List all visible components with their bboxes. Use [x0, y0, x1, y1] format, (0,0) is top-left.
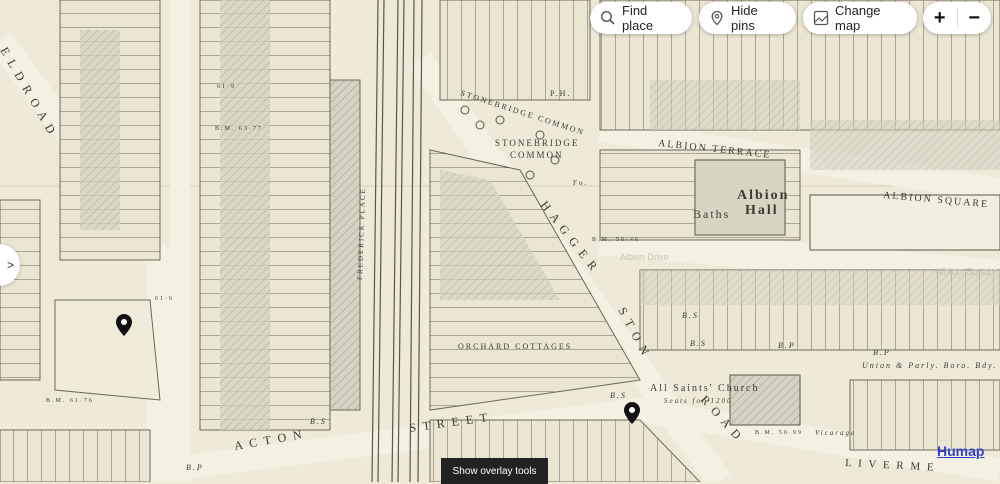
- map-label-bp-1: B.P: [778, 341, 796, 350]
- find-place-button[interactable]: Find place: [590, 2, 692, 34]
- show-overlay-tools-button[interactable]: Show overlay tools: [441, 458, 548, 484]
- map-label-baths: Baths: [693, 207, 730, 221]
- zoom-out-button[interactable]: −: [958, 2, 992, 34]
- map-icon: [813, 10, 829, 26]
- map-label-vicarage: Vicarage: [815, 429, 856, 437]
- map-label-bm-1: B.M. 50·46: [592, 237, 640, 243]
- search-icon: [600, 10, 616, 26]
- map-label-bs-4: B.S: [310, 417, 327, 426]
- map-label-albion-square-faint: Albion Square: [935, 267, 998, 278]
- zoom-in-button[interactable]: +: [923, 2, 957, 34]
- map-label-bs-2: B.S: [690, 339, 707, 348]
- map-label-seats: Seats for 1200: [664, 397, 732, 405]
- map-label-bs-3: B.S: [610, 391, 627, 400]
- map-label-fo: Fo.: [573, 179, 588, 187]
- map-label-ph: P.H.: [550, 89, 571, 98]
- map-label-all-saints: All Saints' Church: [650, 383, 759, 394]
- location-pin-icon: [709, 10, 725, 26]
- find-place-label: Find place: [622, 3, 654, 33]
- map-label-bp-2: B.P: [873, 348, 891, 357]
- map-label-albion-hall-2: Hall: [745, 203, 779, 218]
- map-label-bm-4: B.M. 63·77: [215, 126, 263, 132]
- historic-map[interactable]: E L D R O A D STONEBRIDGE COMMON STONEBR…: [0, 0, 1000, 482]
- map-label-bm-3: B.M. 50·99: [755, 430, 803, 436]
- map-label-stonebridge-2: COMMON: [510, 150, 564, 160]
- change-map-label: Change map: [835, 3, 881, 33]
- chevron-right-icon: >: [6, 258, 14, 272]
- map-label-albion-drive: Albion Drive: [620, 252, 669, 262]
- map-label-bp-3: B.P: [186, 463, 204, 472]
- map-label-orchard-cottages: ORCHARD COTTAGES: [458, 342, 572, 351]
- map-label-bm-2: B.M. 61·76: [46, 398, 94, 404]
- map-label-num-1: 61·6: [155, 296, 174, 302]
- map-label-albion-hall-1: Albion: [737, 188, 789, 203]
- map-label-bs-1: B.S: [682, 311, 699, 320]
- map-label-stonebridge-1: STONEBRIDGE: [495, 138, 579, 148]
- map-pin-2[interactable]: [624, 402, 640, 424]
- hide-pins-button[interactable]: Hide pins: [699, 2, 796, 34]
- hide-pins-label: Hide pins: [731, 3, 758, 33]
- map-label-union-bdy: Union & Parly. Boro. Bdy.: [862, 361, 997, 370]
- humap-logo-link[interactable]: Humap: [937, 443, 984, 459]
- map-label-num-2: 61·9: [217, 84, 236, 90]
- map-pin-1[interactable]: [116, 314, 132, 336]
- zoom-controls: + −: [923, 2, 991, 34]
- change-map-button[interactable]: Change map: [803, 2, 917, 34]
